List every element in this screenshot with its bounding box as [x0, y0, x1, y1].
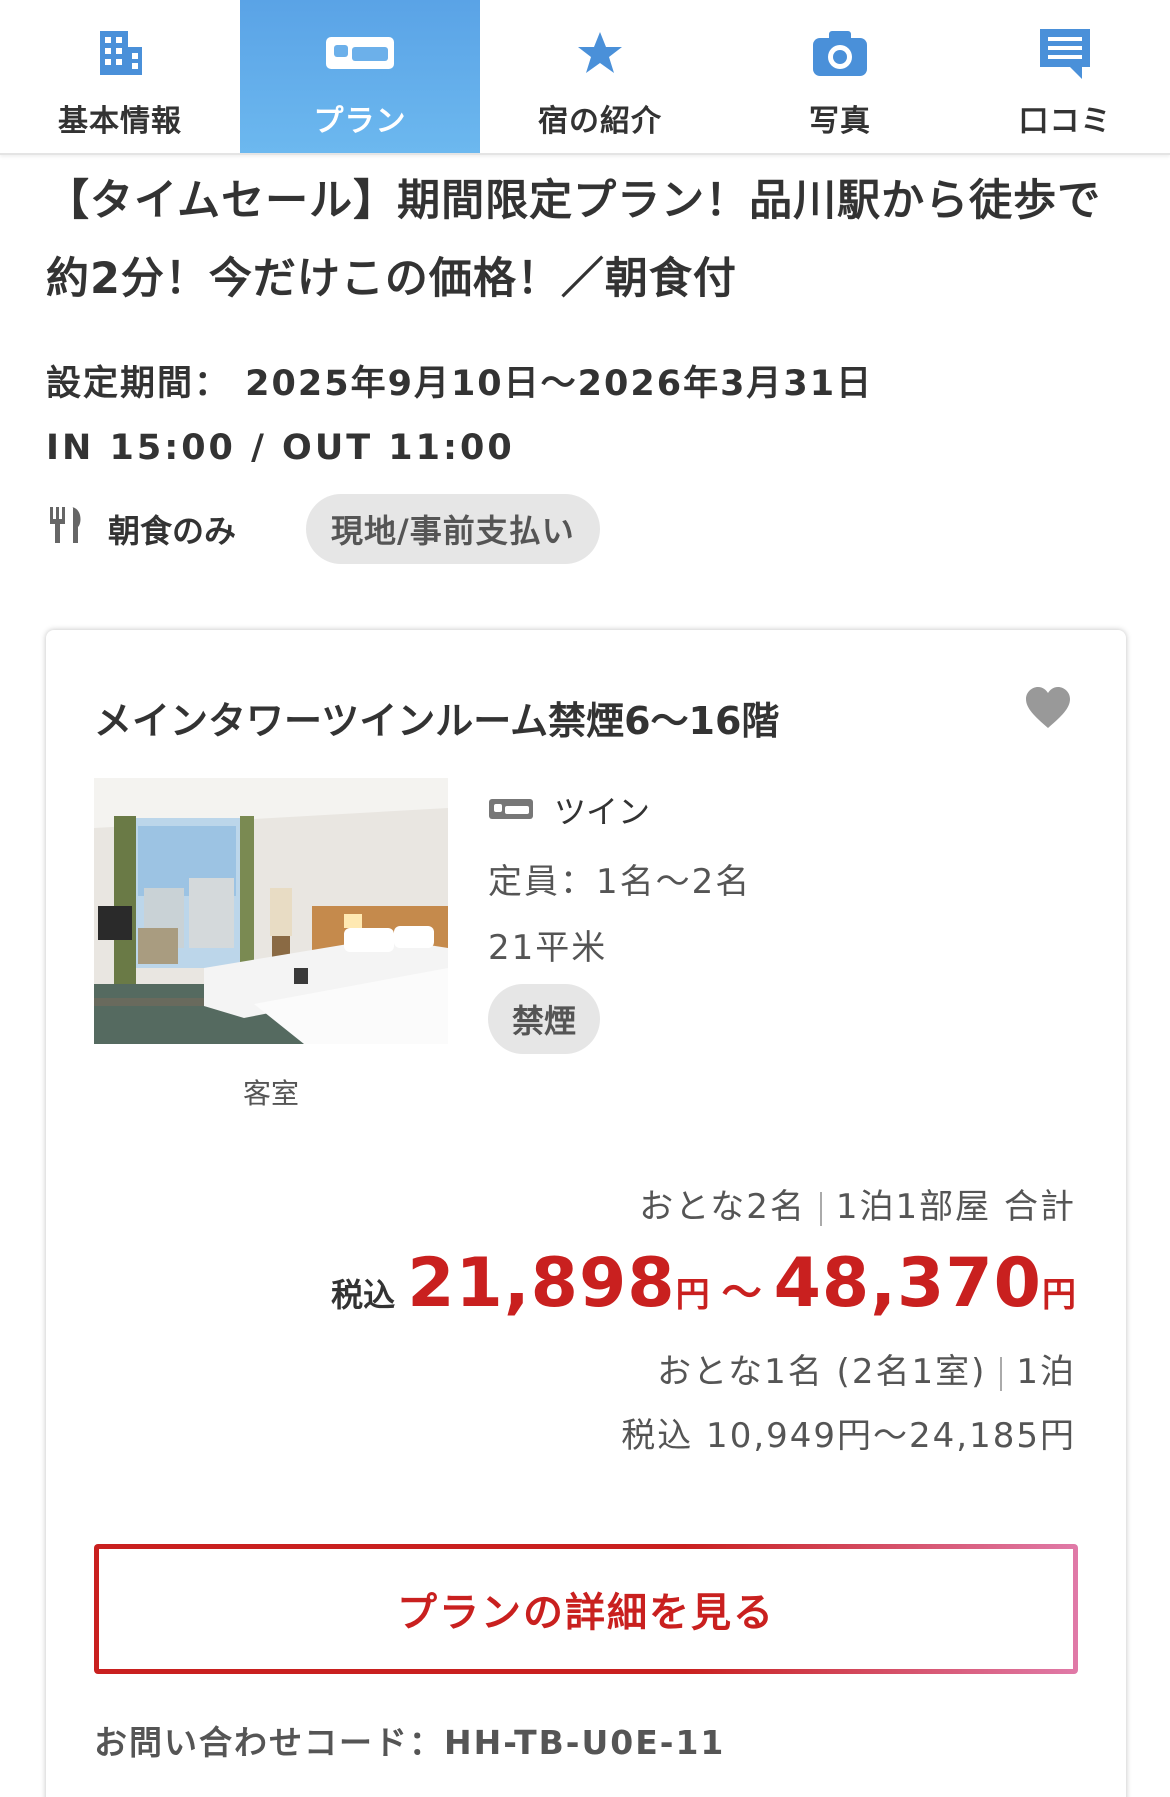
tab-plan[interactable]: プラン — [240, 0, 480, 153]
payment-badge: 現地/事前支払い — [306, 494, 600, 564]
stay-summary: 1泊1部屋 合計 — [835, 1187, 1076, 1227]
photo-caption: 客室 — [242, 1077, 299, 1110]
price-block: おとな2名 1泊1部屋 合計 税込 21,898 円 ～ 48,370 円 おとな… — [331, 1178, 1076, 1468]
room-capacity: 定員：1名〜2名 — [488, 862, 752, 902]
tab-basic-info[interactable]: 基本情報 — [0, 0, 240, 153]
room-info: ツイン 定員：1名〜2名 21平米 禁煙 — [488, 780, 751, 1054]
smoking-badge: 禁煙 — [488, 984, 601, 1054]
yen-unit: 円 — [675, 1275, 710, 1315]
plan-period: 設定期間： 2025年9月10日〜2026年3月31日 — [46, 364, 874, 404]
building-icon — [94, 24, 146, 82]
plan-tab-nav: 基本情報 プラン 宿の紹介 写真 口コミ — [0, 0, 1170, 155]
per-person-nights: 1泊 — [1016, 1352, 1076, 1392]
price-min: 21,898 — [407, 1244, 676, 1323]
tax-label: 税込 — [331, 1276, 396, 1314]
tab-label: 基本情報 — [58, 104, 182, 139]
occupancy-label: おとな2名 — [639, 1187, 806, 1227]
meal-label: 朝食のみ — [108, 512, 237, 550]
per-person-price: 税込 10,949円〜24,185円 — [621, 1416, 1076, 1456]
tab-photos[interactable]: 写真 — [720, 0, 960, 153]
yen-unit: 円 — [1042, 1275, 1076, 1315]
room-name: メインタワーツインルーム禁煙6〜16階 — [94, 699, 780, 743]
checkin-checkout: IN 15:00 / OUT 11:00 — [46, 428, 515, 468]
occupancy-summary: おとな2名 1泊1部屋 合計 — [331, 1178, 1076, 1236]
plan-detail-button[interactable]: プランの詳細を見る — [94, 1544, 1078, 1674]
tab-label: 写真 — [809, 104, 871, 139]
per-person-label: おとな1名 (2名1室) — [657, 1352, 987, 1392]
favorite-heart-icon[interactable] — [1024, 686, 1072, 734]
plan-title: 【タイムセール】期間限定プラン！品川駅から徒歩で約2分！今だけこの価格！／朝食付 — [46, 176, 1102, 304]
total-price: 税込 21,898 円 ～ 48,370 円 — [331, 1244, 1076, 1330]
tab-label: 口コミ — [1018, 104, 1112, 139]
room-photo[interactable] — [94, 778, 448, 1044]
comment-icon — [1036, 24, 1094, 82]
bed-type-label: ツイン — [554, 793, 651, 831]
room-area: 21平米 — [488, 928, 608, 968]
range-tilde: ～ — [721, 1270, 762, 1316]
tab-label: 宿の紹介 — [538, 104, 662, 139]
camera-icon — [811, 24, 869, 82]
bed-icon — [488, 791, 534, 829]
bed-icon — [324, 24, 396, 82]
tab-label: プラン — [313, 104, 407, 139]
tab-introduction[interactable]: 宿の紹介 — [480, 0, 720, 153]
room-card: メインタワーツインルーム禁煙6〜16階 客室 ツイン 定員：1名〜2名 21平米… — [46, 630, 1126, 1797]
price-max: 48,370 — [773, 1244, 1042, 1323]
divider — [819, 1191, 822, 1226]
tab-reviews[interactable]: 口コミ — [960, 0, 1170, 153]
inquiry-code: お問い合わせコード：HH-TB-U0E-11 — [94, 1723, 726, 1762]
divider — [1000, 1356, 1003, 1391]
meal-info: 朝食のみ — [46, 505, 236, 553]
star-icon — [576, 24, 624, 82]
per-person-summary: おとな1名 (2名1室) 1泊 — [331, 1340, 1076, 1404]
bed-type: ツイン — [488, 780, 751, 840]
fork-knife-icon — [46, 505, 86, 553]
